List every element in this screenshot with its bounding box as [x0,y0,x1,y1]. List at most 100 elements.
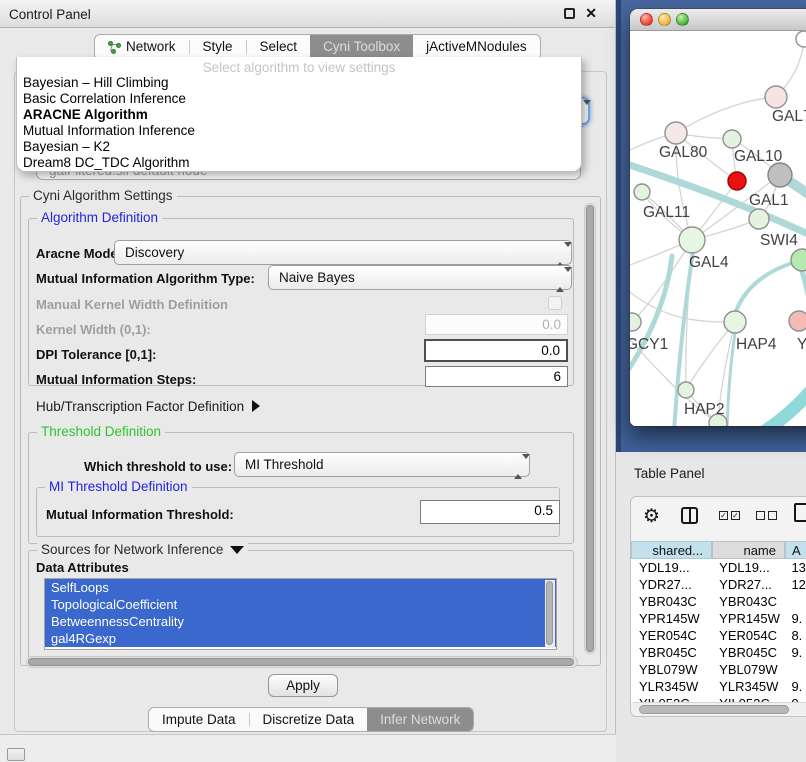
new-table-icon[interactable] [794,503,806,522]
network-node-label: SWI4 [760,232,798,249]
float-window-icon[interactable] [564,8,575,19]
network-window-titlebar[interactable] [630,9,806,31]
network-node[interactable] [724,311,746,333]
tab-jactivemnodules[interactable]: jActiveMNodules [413,35,540,59]
algorithm-option[interactable]: Bayesian – K2 [17,139,581,155]
data-attribute-item[interactable]: SelfLoops [45,579,556,596]
screen: Control Panel ✕ Network Style Select Cyn… [0,0,806,762]
network-node[interactable] [796,31,806,47]
kernel-width-field[interactable]: 0.0 [425,314,568,335]
table-cell: YLR345W [631,678,711,695]
table-row[interactable]: YBR043CYBR043C [631,593,806,610]
tab-infer-network[interactable]: Infer Network [367,708,473,731]
zoom-traffic-light-icon[interactable] [676,13,689,26]
network-node[interactable] [728,172,746,190]
aracne-mode-combobox[interactable]: Discovery [114,240,572,265]
close-traffic-light-icon[interactable] [640,13,653,26]
columns-icon[interactable] [681,507,698,524]
tab-network-label: Network [126,35,176,59]
table-row[interactable]: YDR27...YDR27...12 [631,576,806,593]
tab-network[interactable]: Network [95,35,189,59]
which-threshold-combobox[interactable]: MI Threshold [234,452,530,477]
network-node[interactable] [678,382,694,398]
table-cell: YDL19... [631,559,711,576]
network-canvas[interactable]: GAL7GAL80GAL10GAL1GAL11GAL4SWI4GCY1HAP4Y… [630,31,806,426]
mi-algorithm-type-combobox[interactable]: Naive Bayes [268,265,572,290]
network-node[interactable] [634,184,650,200]
manual-kernel-width-checkbox[interactable] [548,296,562,310]
table-body: YDL19...YDL19...13YDR27...YDR27...12YBR0… [631,559,806,702]
network-node[interactable] [768,163,792,187]
network-node-label: HAP4 [736,336,777,353]
network-node[interactable] [765,86,787,108]
algorithm-option[interactable]: Mutual Information Inference [17,123,581,139]
column-header-name[interactable]: name [712,541,785,559]
data-attribute-item[interactable]: gal4RGexp [45,630,556,647]
mi-threshold-label: Mutual Information Threshold: [46,507,234,522]
combo-arrows-icon [556,272,564,287]
table-toolbar: ⚙ ✓✓ [631,497,806,539]
table-cell: YIL052C [711,695,783,702]
table-row[interactable]: YPR145WYPR145W9. [631,610,806,627]
aracne-mode-label: Aracne Mode: [36,246,122,261]
network-node[interactable] [789,311,806,331]
mi-steps-label: Mutual Information Steps: [36,372,196,387]
table-cell: YDR27... [711,576,783,593]
apply-button[interactable]: Apply [268,674,338,697]
attributes-scrollbar[interactable] [545,580,555,648]
mi-threshold-field[interactable]: 0.5 [420,500,560,524]
table-row[interactable]: YBR045CYBR045C9. [631,644,806,661]
tab-discretize-data[interactable]: Discretize Data [250,708,368,731]
window-grip-icon[interactable] [7,748,25,761]
network-node[interactable] [630,313,641,331]
settings-horizontal-scrollbar[interactable] [26,656,578,668]
algorithm-option[interactable]: Dream8 DC_TDC Algorithm [17,155,581,171]
select-all-checkboxes-icon[interactable]: ✓✓ [719,511,740,520]
table-row[interactable]: YLR345WYLR345W9. [631,678,806,695]
dpi-tolerance-field[interactable]: 0.0 [424,339,568,362]
network-node[interactable] [723,130,741,148]
bottom-tabbar: Impute Data Discretize Data Infer Networ… [148,707,474,732]
algorithm-option[interactable]: ARACNE Algorithm [17,107,581,123]
data-attributes-list[interactable]: SelfLoopsTopologicalCoefficientBetweenne… [44,578,557,650]
tab-cyni-toolbox[interactable]: Cyni Toolbox [310,35,413,59]
network-edge [736,260,802,311]
table-cell: YIL052C [631,695,711,702]
table-row[interactable]: YDL19...YDL19...13 [631,559,806,576]
algorithm-dropdown-popup: Select algorithm to view settings Bayesi… [16,57,582,172]
deselect-all-checkboxes-icon[interactable] [756,511,777,520]
threshold-definition-title: Threshold Definition [37,424,165,439]
network-node-label: GAL4 [689,254,729,271]
table-cell: YLR345W [711,678,783,695]
settings-vertical-scrollbar[interactable] [584,203,596,654]
close-icon[interactable]: ✕ [585,7,597,19]
algorithm-option[interactable]: Bayesian – Hill Climbing [17,75,581,91]
algorithm-placeholder: Select algorithm to view settings [17,60,581,75]
control-panel-titlebar: Control Panel ✕ [0,0,615,28]
tab-impute-data[interactable]: Impute Data [149,708,249,731]
data-attribute-item[interactable]: BetweennessCentrality [45,613,556,630]
table-horizontal-scrollbar[interactable] [633,702,806,714]
table-panel: Table Panel ⚙ ✓✓ shared... name A YDL19.… [616,452,806,762]
expander-right-icon [252,400,260,412]
table-row[interactable]: YER054CYER054C8. [631,627,806,644]
network-node[interactable] [749,209,769,229]
mi-steps-field[interactable]: 6 [425,366,568,387]
hub-definition-expander[interactable]: Hub/Transcription Factor Definition [36,399,260,414]
sources-group-title[interactable]: Sources for Network Inference [37,542,248,557]
network-node[interactable] [679,227,705,253]
network-node-label: HAP2 [684,401,725,418]
network-node[interactable] [665,122,687,144]
network-node-label: GAL11 [643,204,690,221]
minimize-traffic-light-icon[interactable] [658,13,671,26]
tab-style[interactable]: Style [190,35,246,59]
tab-select[interactable]: Select [247,35,311,59]
column-header-shared-name[interactable]: shared... [631,541,712,559]
table-row[interactable]: YBL079WYBL079W [631,661,806,678]
data-attribute-item[interactable]: TopologicalCoefficient [45,596,556,613]
column-header-partial[interactable]: A [785,541,806,559]
table-row[interactable]: YIL052CYIL052C9 [631,695,806,702]
gear-icon[interactable]: ⚙ [643,505,660,528]
algorithm-option[interactable]: Basic Correlation Inference [17,91,581,107]
network-node[interactable] [791,249,806,271]
